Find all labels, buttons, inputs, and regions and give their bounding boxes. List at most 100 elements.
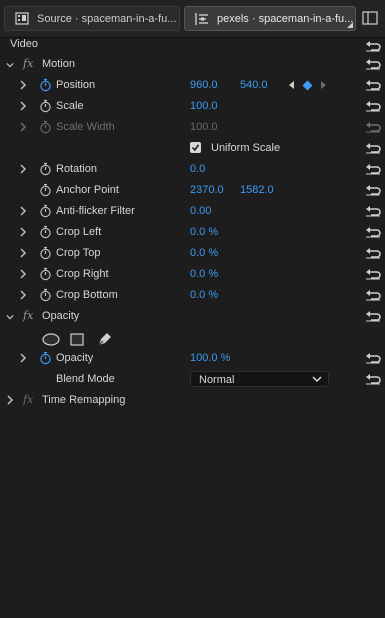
time-remapping-row[interactable]: fx Time Remapping xyxy=(0,390,385,411)
opacity-value[interactable]: 100.0 % xyxy=(190,352,230,364)
tab-effect-controls-label: pexels · spaceman-in-a-fu... xyxy=(217,12,354,25)
scale-row: Scale 100.0 xyxy=(0,96,385,117)
rotation-value[interactable]: 0.0 xyxy=(190,163,205,175)
uniform-scale-row: Uniform Scale xyxy=(0,138,385,159)
position-y-value[interactable]: 540.0 xyxy=(240,79,268,91)
crop-bottom-stopwatch-icon[interactable] xyxy=(39,288,52,302)
expand-crop-bottom-icon[interactable] xyxy=(19,290,27,300)
fx-toggle-opacity-icon[interactable]: fx xyxy=(23,309,33,322)
uniform-scale-label: Uniform Scale xyxy=(211,142,281,154)
crop-bottom-row: Crop Bottom 0.0 % xyxy=(0,285,385,306)
reset-opacity-effect-icon[interactable] xyxy=(365,310,381,322)
expand-position-icon[interactable] xyxy=(19,80,27,90)
crop-right-row: Crop Right 0.0 % xyxy=(0,264,385,285)
scale-value[interactable]: 100.0 xyxy=(190,100,218,112)
blend-mode-label: Blend Mode xyxy=(56,373,115,385)
expand-crop-right-icon[interactable] xyxy=(19,269,27,279)
rotation-label: Rotation xyxy=(56,163,97,175)
fx-toggle-motion-icon[interactable]: fx xyxy=(23,57,33,70)
reset-rotation-icon[interactable] xyxy=(365,163,381,175)
crop-left-value[interactable]: 0.0 % xyxy=(190,226,218,238)
rotation-row: Rotation 0.0 xyxy=(0,159,385,180)
crop-left-label: Crop Left xyxy=(56,226,102,238)
position-row: Position 960.0 540.0 xyxy=(0,75,385,96)
checkmark-icon xyxy=(191,144,200,152)
reset-position-icon[interactable] xyxy=(365,79,381,91)
expand-anti-flicker-icon[interactable] xyxy=(19,206,27,216)
expand-crop-left-icon[interactable] xyxy=(19,227,27,237)
mask-tools xyxy=(42,332,122,348)
collapse-opacity-icon[interactable] xyxy=(6,312,14,322)
position-x-value[interactable]: 960.0 xyxy=(190,79,218,91)
crop-right-value[interactable]: 0.0 % xyxy=(190,268,218,280)
reset-crop-top-icon[interactable] xyxy=(365,247,381,259)
rotation-stopwatch-icon[interactable] xyxy=(39,162,52,176)
expand-scale-icon[interactable] xyxy=(19,101,27,111)
reset-anti-flicker-icon[interactable] xyxy=(365,205,381,217)
collapse-motion-icon[interactable] xyxy=(6,60,14,70)
crop-bottom-value[interactable]: 0.0 % xyxy=(190,289,218,301)
rectangle-mask-icon[interactable] xyxy=(70,333,84,346)
panel-toggle-icon[interactable] xyxy=(362,11,378,25)
effect-controls-icon xyxy=(193,12,211,26)
reset-scale-icon[interactable] xyxy=(365,100,381,112)
scale-label: Scale xyxy=(56,100,84,112)
tab-effect-controls[interactable]: pexels · spaceman-in-a-fu... xyxy=(184,6,356,31)
anchor-point-stopwatch-icon[interactable] xyxy=(39,183,52,197)
reset-crop-right-icon[interactable] xyxy=(365,268,381,280)
anchor-point-label: Anchor Point xyxy=(56,184,119,196)
fx-time-remapping-icon: fx xyxy=(23,393,34,406)
ellipse-mask-icon[interactable] xyxy=(42,333,60,346)
opacity-effect-row[interactable]: fx Opacity xyxy=(0,306,385,327)
blend-mode-value: Normal xyxy=(199,374,235,386)
tab-menu-corner-icon[interactable] xyxy=(347,22,353,28)
crop-right-stopwatch-icon[interactable] xyxy=(39,267,52,281)
opacity-stopwatch-icon[interactable] xyxy=(39,351,52,365)
scale-width-label: Scale Width xyxy=(56,121,115,133)
reset-opacity-icon[interactable] xyxy=(365,352,381,364)
scale-width-value: 100.0 xyxy=(190,121,218,133)
tab-source-monitor[interactable]: Source · spaceman-in-a-fu... xyxy=(4,6,180,31)
anchor-point-y-value[interactable]: 1582.0 xyxy=(240,184,274,196)
crop-top-value[interactable]: 0.0 % xyxy=(190,247,218,259)
tab-source-label: Source · spaceman-in-a-fu... xyxy=(37,12,177,25)
opacity-row: Opacity 100.0 % xyxy=(0,348,385,369)
anti-flicker-stopwatch-icon[interactable] xyxy=(39,204,52,218)
crop-top-stopwatch-icon[interactable] xyxy=(39,246,52,260)
reset-anchor-point-icon[interactable] xyxy=(365,184,381,196)
panel-tab-bar: Source · spaceman-in-a-fu... pexels · sp… xyxy=(0,0,385,38)
blend-mode-dropdown[interactable]: Normal xyxy=(190,371,329,387)
source-monitor-icon xyxy=(13,12,31,26)
opacity-effect-label: Opacity xyxy=(42,310,80,322)
motion-label: Motion xyxy=(42,58,76,70)
reset-crop-bottom-icon[interactable] xyxy=(365,289,381,301)
previous-keyframe-icon[interactable] xyxy=(288,80,296,90)
anchor-point-x-value[interactable]: 2370.0 xyxy=(190,184,224,196)
motion-effect-row[interactable]: fx Motion xyxy=(0,54,385,75)
reset-motion-icon[interactable] xyxy=(365,58,381,70)
pen-mask-icon[interactable] xyxy=(97,332,112,347)
expand-time-remapping-icon[interactable] xyxy=(6,395,14,405)
expand-opacity-icon[interactable] xyxy=(19,353,27,363)
blend-mode-row: Blend Mode Normal xyxy=(0,369,385,390)
crop-bottom-label: Crop Bottom xyxy=(56,289,118,301)
scale-width-stopwatch-icon xyxy=(39,120,52,134)
uniform-scale-checkbox[interactable] xyxy=(190,142,201,153)
crop-left-stopwatch-icon[interactable] xyxy=(39,225,52,239)
anti-flicker-row: Anti-flicker Filter 0.00 xyxy=(0,201,385,222)
reset-blend-mode-icon[interactable] xyxy=(365,373,381,385)
scale-stopwatch-icon[interactable] xyxy=(39,99,52,113)
anti-flicker-value[interactable]: 0.00 xyxy=(190,205,211,217)
expand-crop-top-icon[interactable] xyxy=(19,248,27,258)
expand-rotation-icon[interactable] xyxy=(19,164,27,174)
scale-width-row: Scale Width 100.0 xyxy=(0,117,385,138)
reset-video-icon[interactable] xyxy=(365,40,381,52)
add-keyframe-icon[interactable] xyxy=(302,80,313,91)
position-stopwatch-icon[interactable] xyxy=(39,78,52,92)
crop-top-row: Crop Top 0.0 % xyxy=(0,243,385,264)
anti-flicker-label: Anti-flicker Filter xyxy=(56,205,135,217)
time-remapping-label: Time Remapping xyxy=(42,394,126,406)
reset-uniform-scale-icon[interactable] xyxy=(365,142,381,154)
reset-crop-left-icon[interactable] xyxy=(365,226,381,238)
next-keyframe-icon[interactable] xyxy=(319,80,327,90)
